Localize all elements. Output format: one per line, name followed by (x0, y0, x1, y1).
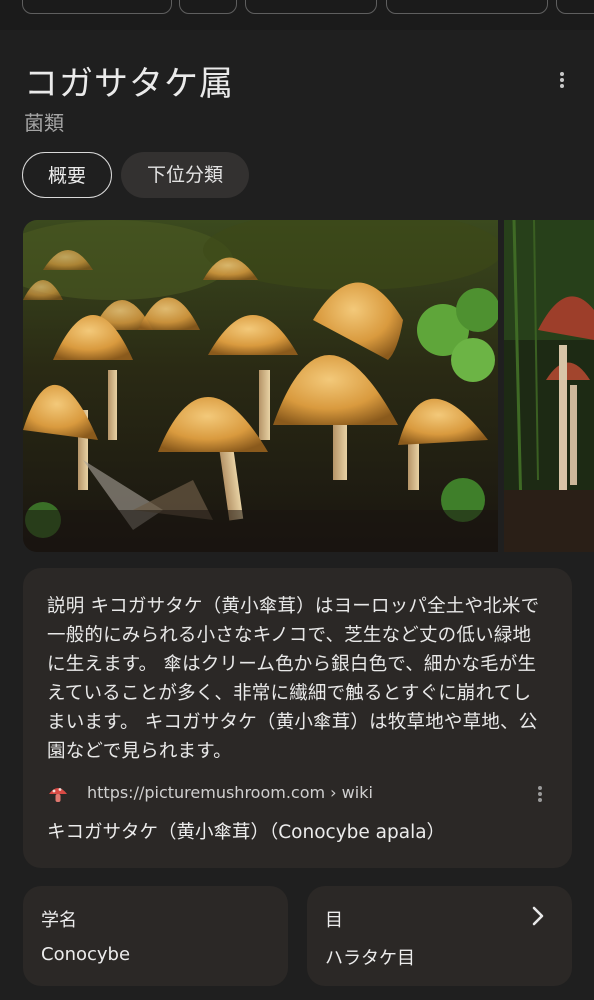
top-chip[interactable] (556, 0, 594, 14)
top-chip[interactable] (179, 0, 237, 14)
source-url[interactable]: https://picturemushroom.com › wiki (87, 783, 373, 802)
tab-overview[interactable]: 概要 (22, 152, 112, 198)
top-chip[interactable] (245, 0, 377, 14)
info-label: 目 (325, 910, 343, 931)
page-subtitle: 菌類 (24, 111, 64, 135)
description-card: 説明 キコガサタケ（黄小傘茸）はヨーロッパ全土や北米で一般的にみられる小さなキノ… (23, 568, 572, 868)
top-chip[interactable] (386, 0, 548, 14)
top-chip[interactable] (22, 0, 172, 14)
more-options-icon[interactable] (548, 66, 576, 94)
page-title: コガサタケ属 (24, 64, 234, 104)
info-value: ハラタケ目 (325, 948, 415, 969)
info-label: 学名 (41, 910, 77, 931)
info-card-order[interactable]: 目 ハラタケ目 (307, 886, 572, 986)
description-text: 説明 キコガサタケ（黄小傘茸）はヨーロッパ全土や北米で一般的にみられる小さなキノ… (47, 596, 540, 762)
info-card-scientific-name: 学名 Conocybe (23, 886, 288, 986)
info-value: Conocybe (41, 944, 131, 965)
mushroom-photo[interactable] (23, 220, 498, 552)
source-more-icon[interactable] (531, 782, 549, 806)
mushroom-photo-secondary[interactable] (504, 220, 594, 552)
source-title-link[interactable]: キコガサタケ（黄小傘茸）（Conocybe apala） (47, 818, 445, 844)
chevron-right-icon[interactable] (527, 905, 549, 927)
tab-subtaxa[interactable]: 下位分類 (121, 152, 249, 198)
mushroom-icon (47, 783, 69, 805)
top-chip-row (0, 0, 594, 30)
